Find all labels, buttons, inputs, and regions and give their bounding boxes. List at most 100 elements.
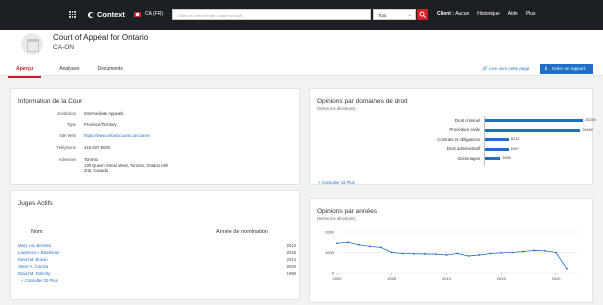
data-point[interactable] <box>500 252 503 254</box>
address-line: Toronto <box>84 157 98 162</box>
bar[interactable] <box>485 157 501 160</box>
link-to-page[interactable]: 🔗 Lien vers cette page <box>482 66 529 72</box>
judge-year: 2013 <box>286 243 296 248</box>
years-line-chart: 0 1000 2000 2000 2005 2010 2015 2020 <box>325 230 578 281</box>
judge-year: 2014 <box>286 257 296 262</box>
x-tick-label: 2015 <box>497 276 507 281</box>
domains-more-link[interactable]: + Consulter 43 Plus <box>318 180 355 185</box>
years-chart-card: Opinions par années (Selon les décisions… <box>309 198 593 303</box>
data-point[interactable] <box>358 243 360 246</box>
bar-value-label: 24569 <box>582 127 593 132</box>
context-logo-icon <box>88 11 94 18</box>
search-scope-select[interactable]: Tout ⌄ <box>373 9 416 20</box>
bar-value-label: 6097 <box>510 146 520 151</box>
data-point[interactable] <box>412 252 415 255</box>
judge-name-link[interactable]: Lawrence I. Blackman <box>18 250 59 255</box>
data-point[interactable] <box>467 255 470 257</box>
info-label: Adresses <box>58 157 76 162</box>
link-icon: 🔗 <box>482 66 488 71</box>
judges-more-link[interactable]: + Consulter 20 Plus <box>21 278 58 283</box>
court-info-card: Information de la Cour Juridiction Inter… <box>10 88 300 185</box>
data-point[interactable] <box>445 254 448 256</box>
judge-row: Mary Lou Benotto 2013 <box>18 243 296 248</box>
address-value: Toronto 130 Queen Street West, Toronto, … <box>84 157 168 174</box>
bar-category-label: Contrats et obligations <box>437 136 480 142</box>
context-logo[interactable]: Context <box>88 10 125 19</box>
tab-overview[interactable]: Aperçu <box>8 66 42 78</box>
judge-row: Lawrence I. Blackman 2018 <box>18 250 296 255</box>
data-point[interactable] <box>533 249 536 252</box>
court-building-icon <box>21 33 43 55</box>
bar[interactable] <box>485 147 509 151</box>
data-point[interactable] <box>434 253 437 256</box>
link-to-page-label: Lien vers cette page <box>488 66 530 71</box>
search-button[interactable] <box>417 9 428 20</box>
y-tick-label: 1000 <box>325 250 335 255</box>
data-point[interactable] <box>336 242 338 245</box>
data-point[interactable] <box>401 252 404 255</box>
data-point[interactable] <box>379 246 382 249</box>
bar[interactable] <box>485 119 583 122</box>
bar[interactable] <box>485 128 581 132</box>
region-selector[interactable]: CA (FR) <box>145 11 163 17</box>
x-tick-label: 2010 <box>442 276 452 281</box>
history-link[interactable]: Historique <box>477 11 500 17</box>
data-point[interactable] <box>423 253 426 255</box>
tab-bar: Aperçu Analyses Documents <box>8 66 123 78</box>
logo-text: Context <box>97 10 125 19</box>
data-point[interactable] <box>522 250 525 253</box>
court-name: Court of Appeal for Ontario <box>53 33 149 42</box>
info-value: Intermediate Appeals <box>84 111 124 116</box>
top-bar: Context CA (FR) Saisir le nom d'entité /… <box>0 0 603 30</box>
x-tick-label: 2020 <box>552 276 562 281</box>
search-scope-value: Tout <box>378 13 387 18</box>
more-menu[interactable]: Plus <box>526 11 536 17</box>
judge-name-link[interactable]: David M. Doherty <box>18 271 50 276</box>
search-input[interactable]: Saisir le nom d'entité / page ou sujet <box>172 9 371 20</box>
data-point[interactable] <box>390 251 393 254</box>
apps-grid-icon[interactable] <box>69 11 76 18</box>
info-label: Site Web <box>59 133 76 138</box>
judge-name-link[interactable]: Steve A. Coroza <box>18 264 48 269</box>
data-point[interactable] <box>347 241 349 244</box>
canada-flag-icon[interactable] <box>134 12 141 17</box>
court-code: CA-ON <box>53 44 74 51</box>
help-link[interactable]: Aide <box>508 11 518 17</box>
domains-title: Opinions par domaines de droit <box>317 98 408 105</box>
bar-category-label: Droit criminel <box>454 117 480 123</box>
data-point[interactable] <box>544 249 547 252</box>
data-point[interactable] <box>478 254 481 256</box>
x-tick-label: 2000 <box>333 276 343 281</box>
info-label: Juridiction <box>57 111 76 116</box>
judges-title: Juges Actifs <box>18 200 53 207</box>
bar[interactable] <box>485 138 510 141</box>
info-value: Province/Territory <box>84 122 117 127</box>
search-icon <box>419 11 426 18</box>
website-link[interactable]: https://www.ontariocourts.ca/coa/en <box>84 133 150 139</box>
data-point[interactable] <box>555 251 557 254</box>
y-tick-label: 2000 <box>325 230 335 235</box>
top-nav: Client : Aucun Historique Aide Plus <box>437 11 536 17</box>
data-point[interactable] <box>368 245 371 248</box>
judge-name-link[interactable]: Mary Lou Benotto <box>18 243 51 248</box>
judge-year: 1990 <box>286 271 296 276</box>
data-point[interactable] <box>566 268 568 270</box>
domains-subtitle: (Selon les décisions) <box>317 106 356 111</box>
data-point[interactable] <box>511 251 514 254</box>
series-line <box>336 241 568 270</box>
data-point[interactable] <box>489 252 492 255</box>
court-info-title: Information de la Cour <box>18 98 83 105</box>
info-label: Téléphone <box>56 145 76 150</box>
domains-chart-card: Opinions par domaines de droit (Selon le… <box>309 88 596 185</box>
create-report-button[interactable]: ⬇ Créer un rapport <box>540 64 593 74</box>
active-judges-card: Juges Actifs Nom Année de nomination Mar… <box>10 190 300 300</box>
judge-row: David M. Brown 2014 <box>18 257 296 262</box>
tab-analytics[interactable]: Analyses <box>59 66 79 78</box>
info-label: Type <box>66 122 76 127</box>
judge-name-link[interactable]: David M. Brown <box>18 257 48 262</box>
judge-row: Steve A. Coroza 2020 <box>18 264 296 269</box>
data-point[interactable] <box>456 252 459 255</box>
report-icon: ⬇ <box>544 66 548 71</box>
client-menu[interactable]: Client : Aucun <box>437 11 469 17</box>
tab-documents[interactable]: Documents <box>98 66 123 78</box>
